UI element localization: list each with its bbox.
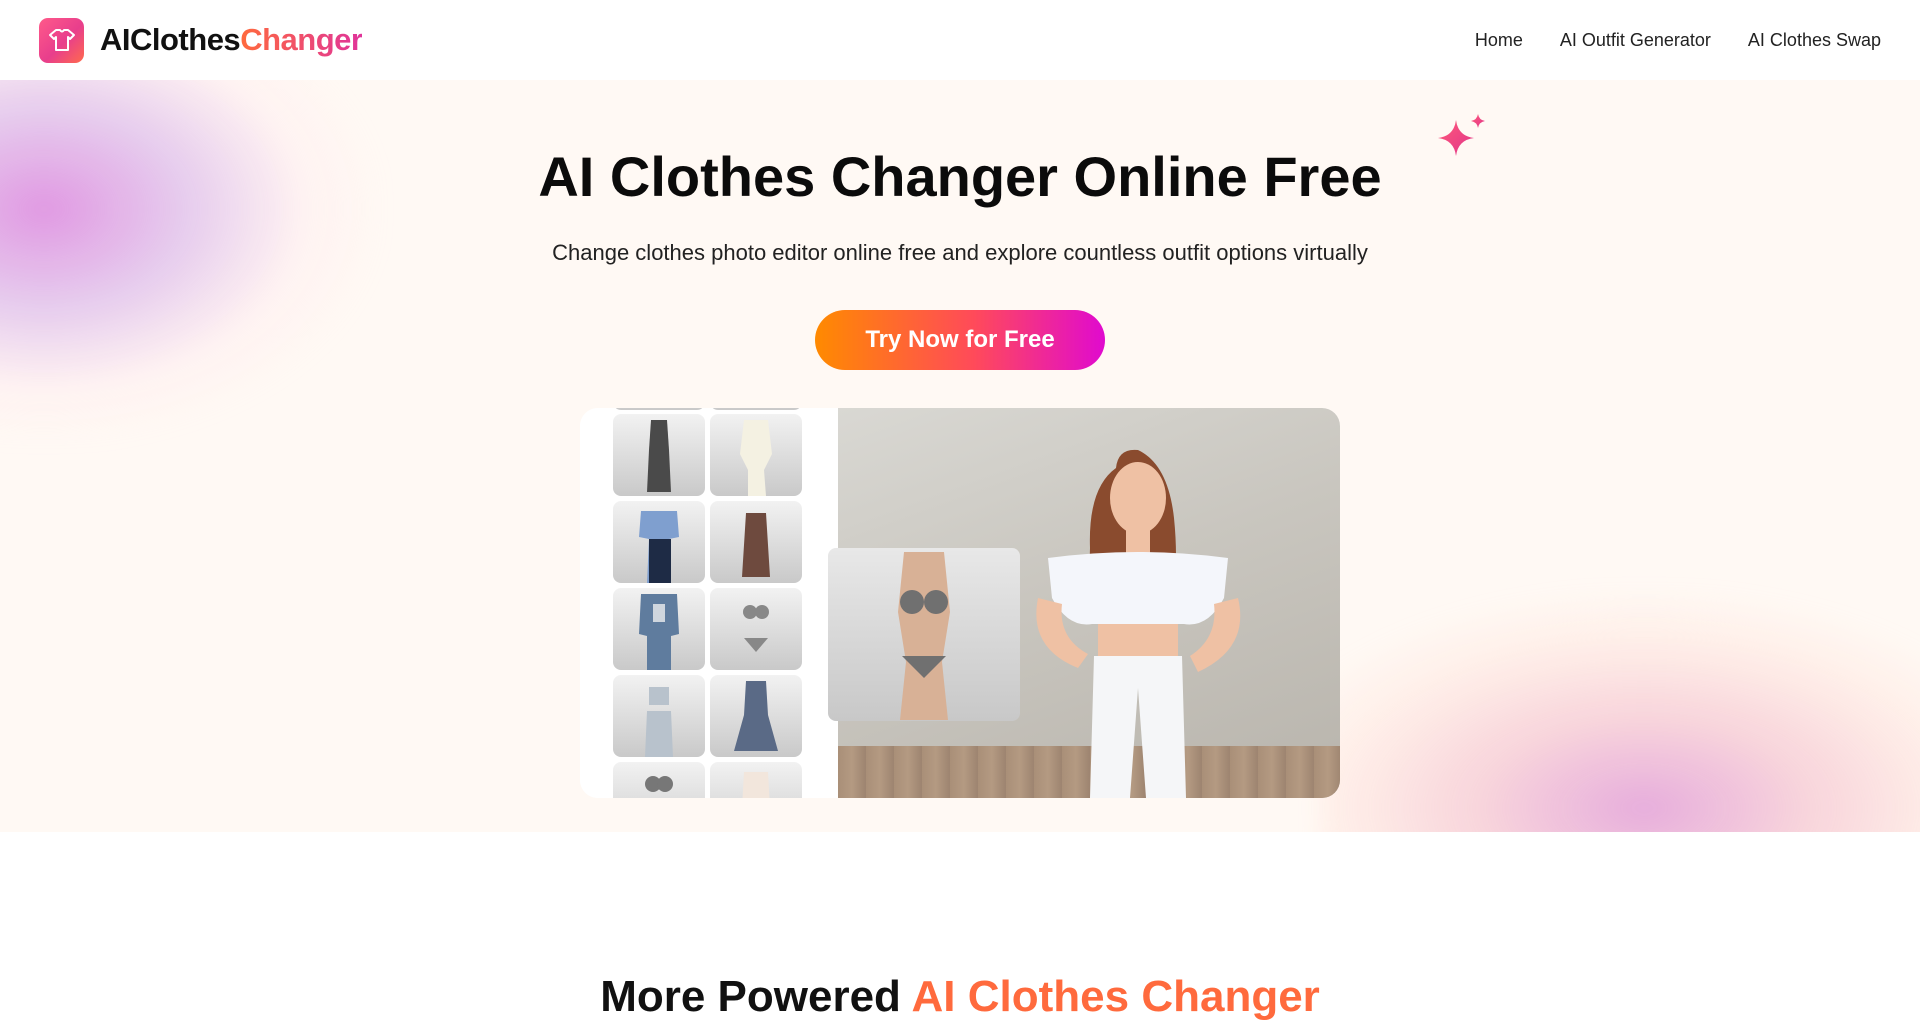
main-nav: Home AI Outfit Generator AI Clothes Swap	[1475, 30, 1881, 51]
demo-image-panel	[580, 408, 1340, 798]
brand-name[interactable]: AIClothes Changer	[100, 22, 363, 58]
outfit-thumbnail[interactable]	[710, 414, 802, 496]
outfit-thumbnail[interactable]	[613, 588, 705, 670]
outfit-thumbnail[interactable]	[613, 414, 705, 496]
outfit-thumbnail[interactable]	[613, 762, 705, 798]
outfit-thumbnail[interactable]	[710, 408, 802, 410]
decorative-gradient-right	[1320, 592, 1920, 832]
brand-name-part2: Changer	[240, 22, 363, 57]
features-title-highlight: AI Clothes Changer	[911, 972, 1320, 1021]
nav-link-ai-clothes-swap[interactable]: AI Clothes Swap	[1748, 30, 1881, 51]
hero-section: AI Clothes Changer Online Free Change cl…	[0, 80, 1920, 832]
outfit-thumbnail[interactable]	[710, 501, 802, 583]
nav-link-ai-outfit-generator[interactable]: AI Outfit Generator	[1560, 30, 1711, 51]
top-navbar: AIClothes Changer Home AI Outfit Generato…	[0, 0, 1920, 80]
outfit-thumbnail[interactable]	[710, 675, 802, 757]
bikini-figure	[898, 552, 950, 720]
outfit-thumbnail[interactable]	[710, 762, 802, 798]
hero-title: AI Clothes Changer Online Free	[538, 145, 1382, 208]
outfit-thumbnail[interactable]	[613, 675, 705, 757]
selected-outfit-card[interactable]	[828, 548, 1020, 721]
brand-name-part1: AIClothes	[100, 22, 241, 57]
outfit-thumbnail-grid	[580, 408, 838, 798]
outfit-thumbnail[interactable]	[710, 588, 802, 670]
outfit-thumbnail[interactable]	[613, 408, 705, 410]
model-figure	[1036, 449, 1241, 798]
try-now-button[interactable]: Try Now for Free	[815, 310, 1105, 370]
nav-link-home[interactable]: Home	[1475, 30, 1523, 51]
model-photo	[828, 408, 1340, 798]
hero-subtitle: Change clothes photo editor online free …	[552, 240, 1368, 265]
outfit-thumbnail[interactable]	[613, 501, 705, 583]
shirt-icon	[48, 29, 75, 51]
features-section-title: More Powered AI Clothes Changer	[0, 972, 1920, 1022]
features-title-start: More Powered	[600, 972, 912, 1021]
logo-icon[interactable]	[39, 17, 84, 63]
